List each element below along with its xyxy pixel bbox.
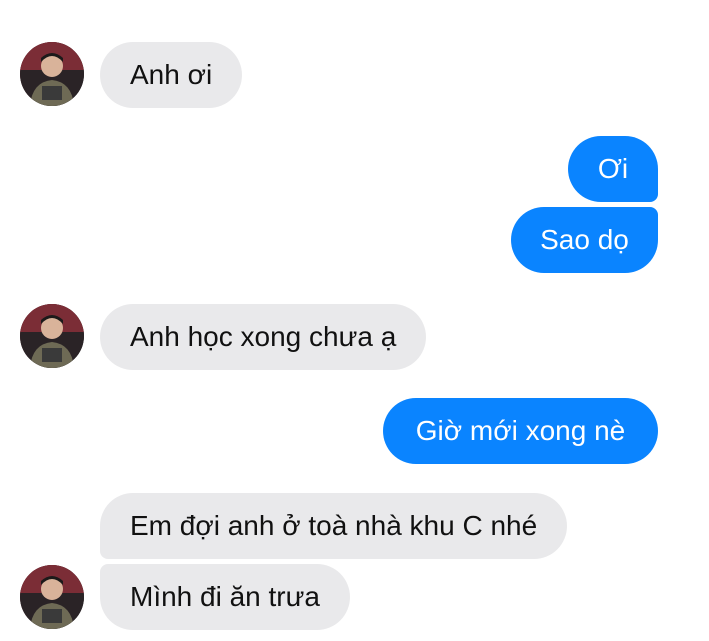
contact-avatar[interactable] bbox=[20, 304, 84, 368]
contact-avatar[interactable] bbox=[20, 565, 84, 629]
outgoing-message[interactable]: Sao dọ bbox=[511, 207, 658, 273]
avatar-icon bbox=[20, 42, 84, 106]
contact-avatar[interactable] bbox=[20, 42, 84, 106]
incoming-message[interactable]: Anh học xong chưa ạ bbox=[100, 304, 427, 370]
outgoing-message[interactable]: Ơi bbox=[568, 136, 658, 202]
chat-thread: Anh ơi Ơi Sao dọ Anh học xong chưa ạ Giờ… bbox=[0, 0, 709, 641]
outgoing-message[interactable]: Giờ mới xong nè bbox=[383, 398, 658, 464]
incoming-message[interactable]: Em đợi anh ở toà nhà khu C nhé bbox=[100, 493, 568, 559]
incoming-message[interactable]: Mình đi ăn trưa bbox=[100, 564, 350, 630]
avatar-icon bbox=[20, 565, 84, 629]
incoming-message[interactable]: Anh ơi bbox=[100, 42, 243, 108]
avatar-icon bbox=[20, 304, 84, 368]
